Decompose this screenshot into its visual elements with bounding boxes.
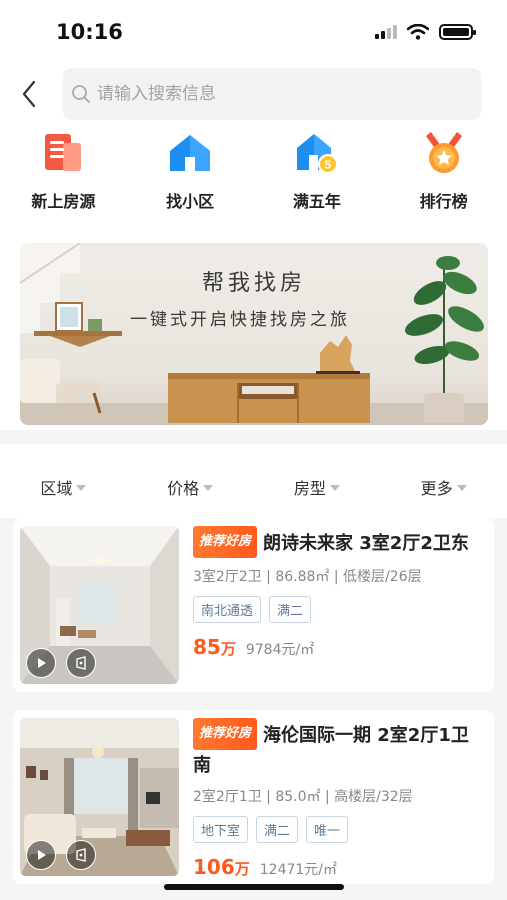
listing-card[interactable]: 推荐好房 海伦国际一期 2室2厅1卫 南 2室2厅1卫 | 85.0㎡ | 高楼层… xyxy=(13,710,494,884)
listing-info: 推荐好房 海伦国际一期 2室2厅1卫 南 2室2厅1卫 | 85.0㎡ | 高楼层… xyxy=(193,718,489,879)
feature-tag: 唯一 xyxy=(306,816,349,843)
feature-tags: 南北通透 满二 xyxy=(193,596,489,623)
listing-card[interactable]: 推荐好房 朗诗未来家 3室2厅2卫东 3室2厅2卫 | 86.88㎡ | 低楼层/… xyxy=(13,518,494,692)
quick-item-five-years[interactable]: 5 满五年 xyxy=(254,130,381,220)
status-icons xyxy=(375,24,476,40)
filter-region[interactable]: 区域 xyxy=(0,456,127,518)
search-icon xyxy=(72,85,90,103)
recommended-badge: 推荐好房 xyxy=(193,526,258,558)
listing-meta: 3室2厅2卫 | 86.88㎡ | 低楼层/26层 xyxy=(193,569,422,585)
listing-meta: 2室2厅1卫 | 85.0㎡ | 高楼层/32层 xyxy=(193,789,413,805)
filter-bar: 区域 价格 房型 更多 xyxy=(0,456,507,518)
caret-down-icon xyxy=(329,485,340,491)
feature-tag: 满二 xyxy=(256,816,299,843)
quick-item-rankings[interactable]: 排行榜 xyxy=(380,130,507,220)
filter-label: 价格 xyxy=(167,479,200,498)
house-icon xyxy=(166,130,214,176)
feature-tag: 满二 xyxy=(269,596,312,623)
filter-price[interactable]: 价格 xyxy=(127,456,254,518)
battery-icon xyxy=(439,24,476,40)
quick-label: 满五年 xyxy=(292,192,341,211)
back-button[interactable] xyxy=(14,78,44,110)
banner-title: 帮我找房 xyxy=(201,271,306,296)
unit-price: 9784元/㎡ xyxy=(245,642,315,658)
search-row xyxy=(0,68,507,120)
feature-tag: 南北通透 xyxy=(193,596,262,623)
listing-info: 推荐好房 朗诗未来家 3室2厅2卫东 3室2厅2卫 | 86.88㎡ | 低楼层/… xyxy=(193,526,489,659)
listing-photo[interactable] xyxy=(20,526,179,684)
unit-price: 12471元/㎡ xyxy=(259,862,338,878)
vr-icon xyxy=(76,656,86,670)
filter-label: 房型 xyxy=(293,479,326,498)
caret-down-icon xyxy=(456,485,467,491)
listing-title: 朗诗未来家 3室2厅2卫东 xyxy=(263,533,469,554)
svg-text:5: 5 xyxy=(324,159,332,172)
search-box[interactable] xyxy=(63,68,481,120)
signal-icon xyxy=(375,25,397,39)
search-input[interactable] xyxy=(97,84,437,104)
total-price: 85万 xyxy=(193,635,236,659)
total-price: 106万 xyxy=(193,855,250,879)
filter-layout[interactable]: 房型 xyxy=(254,456,381,518)
feature-tag: 地下室 xyxy=(193,816,249,843)
recommended-badge: 推荐好房 xyxy=(193,718,258,750)
medal-icon xyxy=(420,130,468,176)
wifi-icon xyxy=(407,24,429,40)
price-row: 106万 12471元/㎡ xyxy=(193,855,489,879)
play-icon xyxy=(38,658,46,668)
filter-more[interactable]: 更多 xyxy=(380,456,507,518)
play-video-button[interactable] xyxy=(26,840,56,870)
filter-label: 区域 xyxy=(40,479,73,498)
section-divider xyxy=(0,430,507,444)
vr-tour-button[interactable] xyxy=(66,840,96,870)
caret-down-icon xyxy=(76,485,87,491)
quick-label: 新上房源 xyxy=(31,192,96,211)
filter-label: 更多 xyxy=(420,479,453,498)
status-time: 10:16 xyxy=(56,20,123,44)
house-badge-icon: 5 xyxy=(293,130,341,176)
play-icon xyxy=(38,850,46,860)
play-video-button[interactable] xyxy=(26,648,56,678)
quick-label: 排行榜 xyxy=(419,192,468,211)
quick-item-find-community[interactable]: 找小区 xyxy=(127,130,254,220)
listing-title-row: 推荐好房 海伦国际一期 2室2厅1卫 南 xyxy=(193,718,489,780)
find-home-banner[interactable]: 帮我找房 一键式开启快捷找房之旅 xyxy=(20,243,488,425)
listing-photo[interactable] xyxy=(20,718,179,876)
caret-down-icon xyxy=(203,485,214,491)
quick-item-new-listings[interactable]: 新上房源 xyxy=(0,130,127,220)
quick-nav: 新上房源 找小区 5 满五年 排行榜 xyxy=(0,130,507,220)
home-indicator[interactable] xyxy=(164,884,344,890)
vr-icon xyxy=(76,848,86,862)
price-row: 85万 9784元/㎡ xyxy=(193,635,489,659)
listing-list: 推荐好房 朗诗未来家 3室2厅2卫东 3室2厅2卫 | 86.88㎡ | 低楼层/… xyxy=(0,518,507,900)
banner-subtitle: 一键式开启快捷找房之旅 xyxy=(130,310,350,330)
listing-title-row: 推荐好房 朗诗未来家 3室2厅2卫东 xyxy=(193,526,489,560)
document-list-icon xyxy=(39,130,87,176)
chevron-left-icon xyxy=(22,80,36,108)
status-bar: 10:16 xyxy=(0,0,507,64)
feature-tags: 地下室 满二 唯一 xyxy=(193,816,489,843)
vr-tour-button[interactable] xyxy=(66,648,96,678)
quick-label: 找小区 xyxy=(166,192,215,211)
